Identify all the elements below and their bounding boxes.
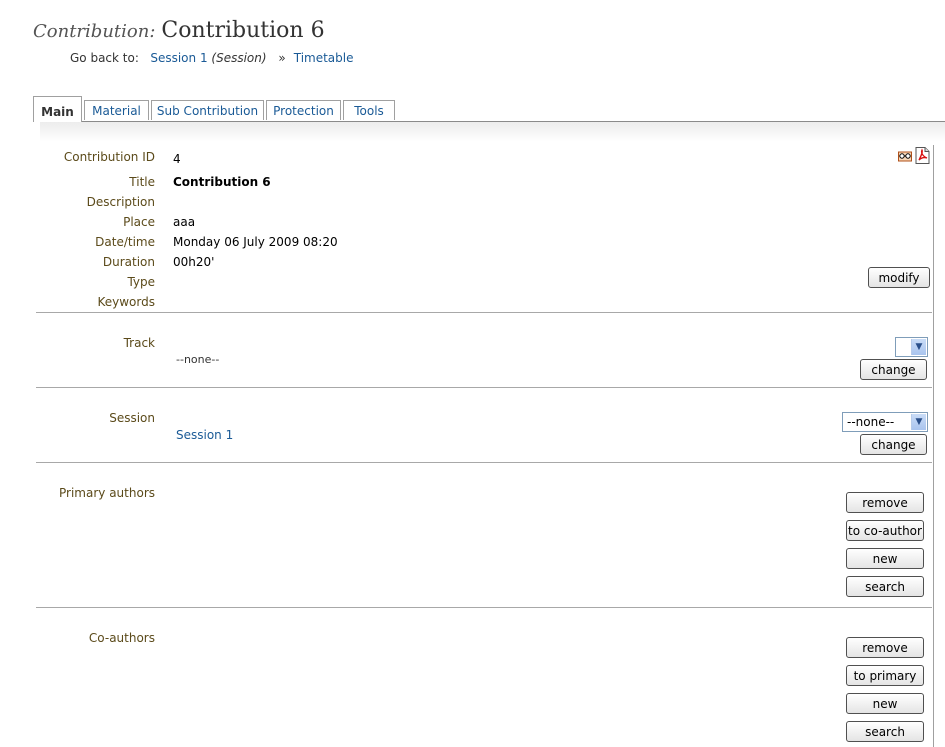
value-place: aaa bbox=[173, 215, 196, 229]
tab-sub-contribution[interactable]: Sub Contribution bbox=[151, 100, 264, 120]
value-datetime: Monday 06 July 2009 08:20 bbox=[173, 235, 338, 249]
divider bbox=[36, 607, 932, 608]
label-place: Place bbox=[123, 215, 155, 229]
value-contribution-id: 4 bbox=[173, 152, 181, 166]
label-title: Title bbox=[129, 175, 155, 189]
session-change-button[interactable]: change bbox=[860, 434, 927, 455]
label-keywords: Keywords bbox=[97, 295, 155, 309]
value-session: Session 1 bbox=[176, 428, 234, 442]
go-back-label: Go back to: bbox=[70, 51, 139, 65]
co-remove-button[interactable]: remove bbox=[846, 637, 924, 658]
content-shade bbox=[40, 122, 945, 142]
track-change-button[interactable]: change bbox=[860, 359, 927, 380]
pdf-icon[interactable] bbox=[915, 147, 930, 164]
breadcrumb: Go back to: Session 1 (Session) » Timetab… bbox=[70, 51, 354, 65]
chevron-down-icon: ▼ bbox=[911, 339, 926, 355]
value-track: --none-- bbox=[176, 353, 220, 366]
session-link[interactable]: Session 1 bbox=[150, 51, 207, 65]
label-primary-authors: Primary authors bbox=[59, 486, 155, 500]
divider bbox=[36, 312, 932, 313]
to-co-author-button[interactable]: to co-author bbox=[846, 520, 924, 541]
label-session: Session bbox=[109, 411, 155, 425]
primary-new-button[interactable]: new bbox=[846, 548, 924, 569]
to-primary-button[interactable]: to primary bbox=[846, 665, 924, 686]
page-title-prefix: Contribution: bbox=[33, 21, 156, 42]
label-contribution-id: Contribution ID bbox=[63, 150, 155, 164]
primary-search-button[interactable]: search bbox=[846, 576, 924, 597]
content-border bbox=[933, 145, 934, 747]
value-title: Contribution 6 bbox=[173, 175, 271, 189]
timetable-link[interactable]: Timetable bbox=[294, 51, 354, 65]
page-title-name: Contribution 6 bbox=[161, 18, 325, 43]
divider bbox=[36, 462, 932, 463]
co-new-button[interactable]: new bbox=[846, 693, 924, 714]
session-type: (Session) bbox=[211, 51, 267, 65]
session-select-value: --none-- bbox=[847, 415, 895, 429]
tab-material[interactable]: Material bbox=[84, 100, 149, 120]
label-description: Description bbox=[86, 195, 155, 209]
label-duration: Duration bbox=[102, 255, 155, 269]
value-duration: 00h20' bbox=[173, 255, 215, 269]
page-title: Contribution: Contribution 6 bbox=[33, 18, 325, 43]
label-type: Type bbox=[127, 275, 155, 289]
label-track: Track bbox=[123, 336, 155, 350]
divider bbox=[36, 387, 932, 388]
tab-tools[interactable]: Tools bbox=[343, 100, 395, 120]
track-select[interactable]: ▼ bbox=[895, 337, 928, 357]
session-select[interactable]: --none-- ▼ bbox=[842, 412, 928, 432]
label-co-authors: Co-authors bbox=[88, 631, 155, 645]
breadcrumb-separator: » bbox=[278, 51, 286, 65]
tab-protection[interactable]: Protection bbox=[266, 100, 341, 120]
co-search-button[interactable]: search bbox=[846, 721, 924, 742]
tab-main[interactable]: Main bbox=[33, 96, 82, 122]
chevron-down-icon: ▼ bbox=[911, 414, 926, 430]
modify-button[interactable]: modify bbox=[868, 267, 930, 288]
glasses-icon[interactable] bbox=[898, 149, 912, 163]
label-datetime: Date/time bbox=[95, 235, 155, 249]
primary-remove-button[interactable]: remove bbox=[846, 492, 924, 513]
